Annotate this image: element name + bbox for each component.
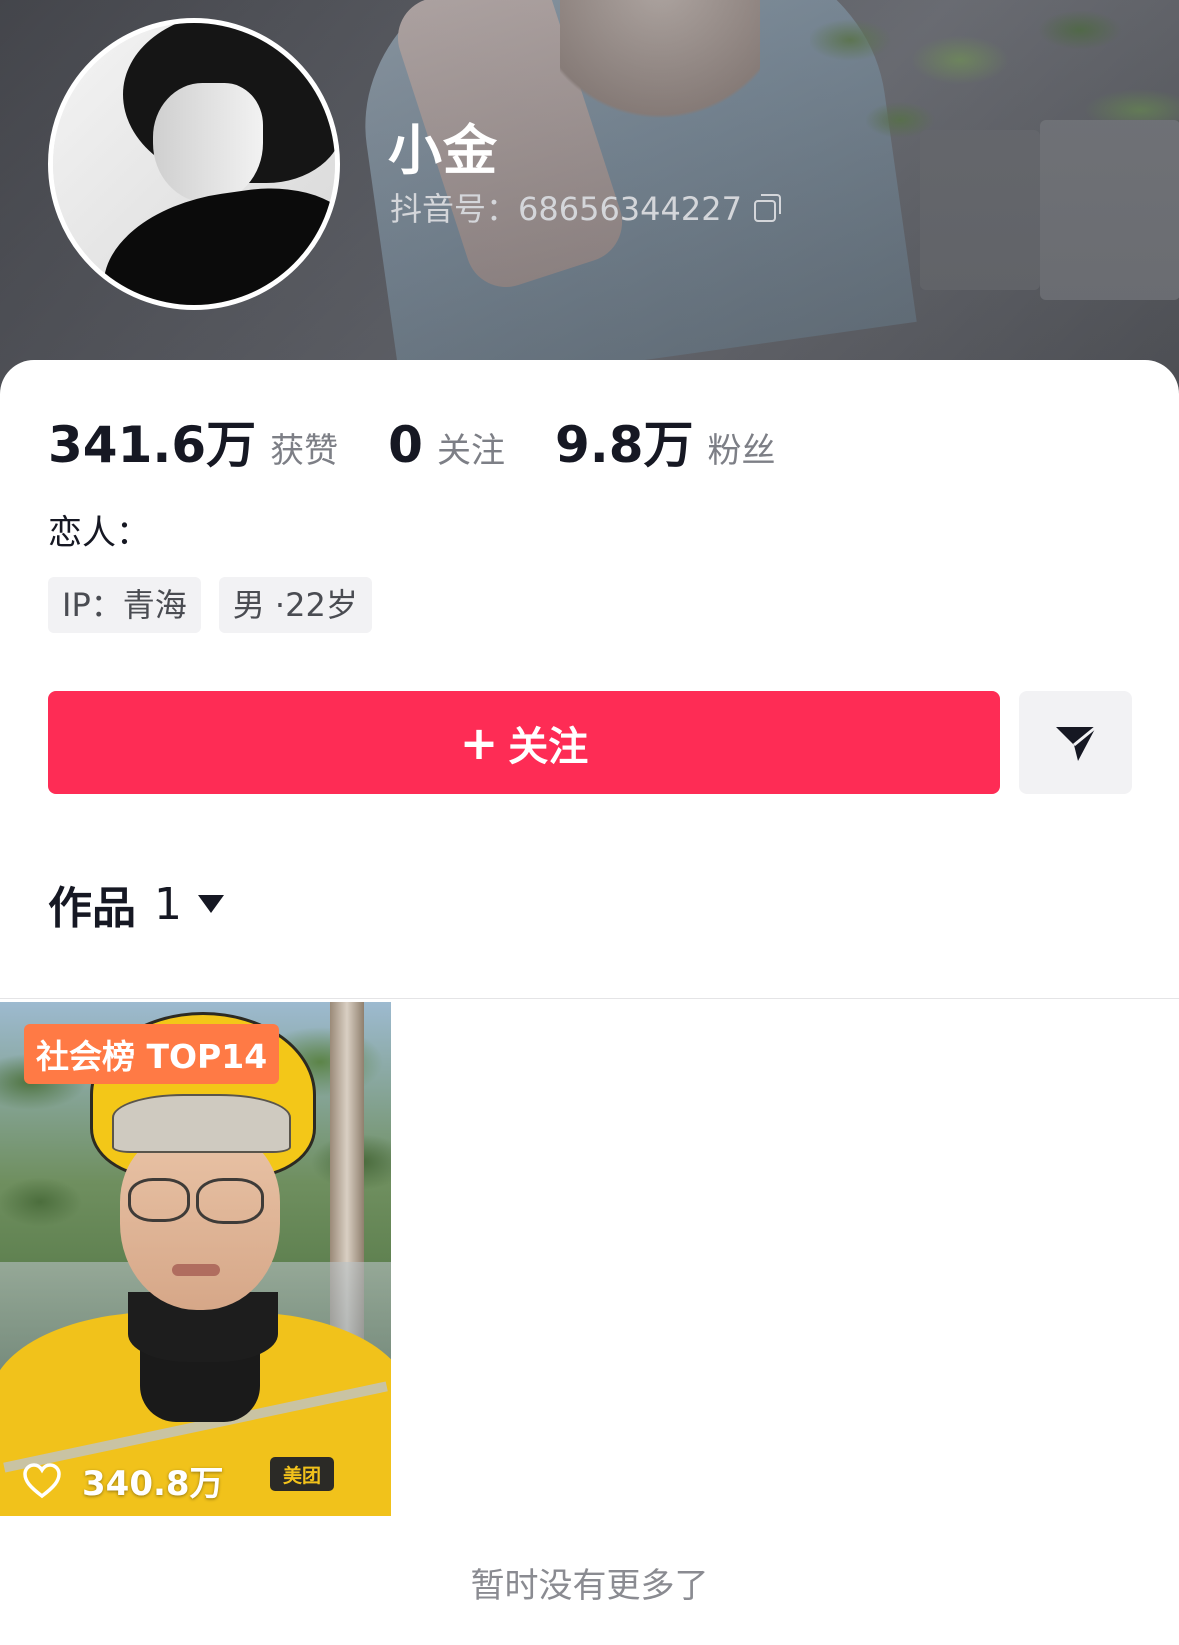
end-of-list-text: 暂时没有更多了 bbox=[470, 1566, 709, 1606]
stat-value: 0 bbox=[388, 416, 423, 474]
profile-tags: IP：青海 男 ·22岁 bbox=[48, 577, 390, 633]
follow-label: 关注 bbox=[508, 723, 589, 770]
follow-button[interactable]: + 关注 bbox=[48, 691, 1000, 794]
stat-label: 获赞 bbox=[270, 431, 339, 471]
meituan-logo: 美团 bbox=[270, 1457, 334, 1491]
thumb-mouth bbox=[172, 1264, 220, 1276]
stat-value: 341.6万 bbox=[48, 416, 257, 474]
send-icon bbox=[1055, 725, 1097, 761]
username: 小金 bbox=[388, 119, 498, 182]
douyin-id-text: 抖音号：68656344227 bbox=[390, 190, 742, 228]
thumb-visor bbox=[112, 1094, 291, 1153]
douyin-id[interactable]: 抖音号：68656344227 bbox=[390, 184, 781, 230]
send-message-button[interactable] bbox=[1019, 691, 1132, 794]
ip-location-tag: IP：青海 bbox=[48, 577, 201, 633]
works-tab[interactable]: 作品 1 bbox=[48, 872, 224, 936]
like-count-text: 340.8万 bbox=[82, 1464, 224, 1504]
rank-badge: 社会榜 TOP14 bbox=[24, 1024, 280, 1084]
stat-followers[interactable]: 9.8万 粉丝 bbox=[555, 405, 776, 477]
works-count: 1 bbox=[154, 878, 182, 930]
avatar[interactable] bbox=[48, 18, 340, 310]
divider bbox=[0, 998, 1179, 999]
heart-icon bbox=[23, 1462, 61, 1498]
gender-age-tag: 男 ·22岁 bbox=[218, 577, 372, 633]
thumb-glasses bbox=[196, 1178, 264, 1224]
thumb-glasses bbox=[128, 1178, 190, 1222]
plus-icon: + bbox=[459, 715, 499, 770]
caret-down-icon bbox=[198, 895, 224, 913]
stat-value: 9.8万 bbox=[554, 416, 694, 474]
bio-text: 恋人： bbox=[48, 513, 150, 553]
stat-following[interactable]: 0 关注 bbox=[388, 416, 505, 474]
stat-label: 粉丝 bbox=[707, 431, 776, 471]
stat-label: 关注 bbox=[436, 431, 505, 471]
stat-likes[interactable]: 341.6万 获赞 bbox=[48, 405, 338, 477]
avatar-face bbox=[153, 83, 263, 203]
video-like-count: 340.8万 bbox=[22, 1456, 224, 1505]
works-label: 作品 bbox=[48, 883, 136, 934]
stats-row: 341.6万 获赞 0 关注 9.8万 粉丝 bbox=[48, 405, 826, 477]
copy-icon[interactable] bbox=[753, 194, 781, 222]
